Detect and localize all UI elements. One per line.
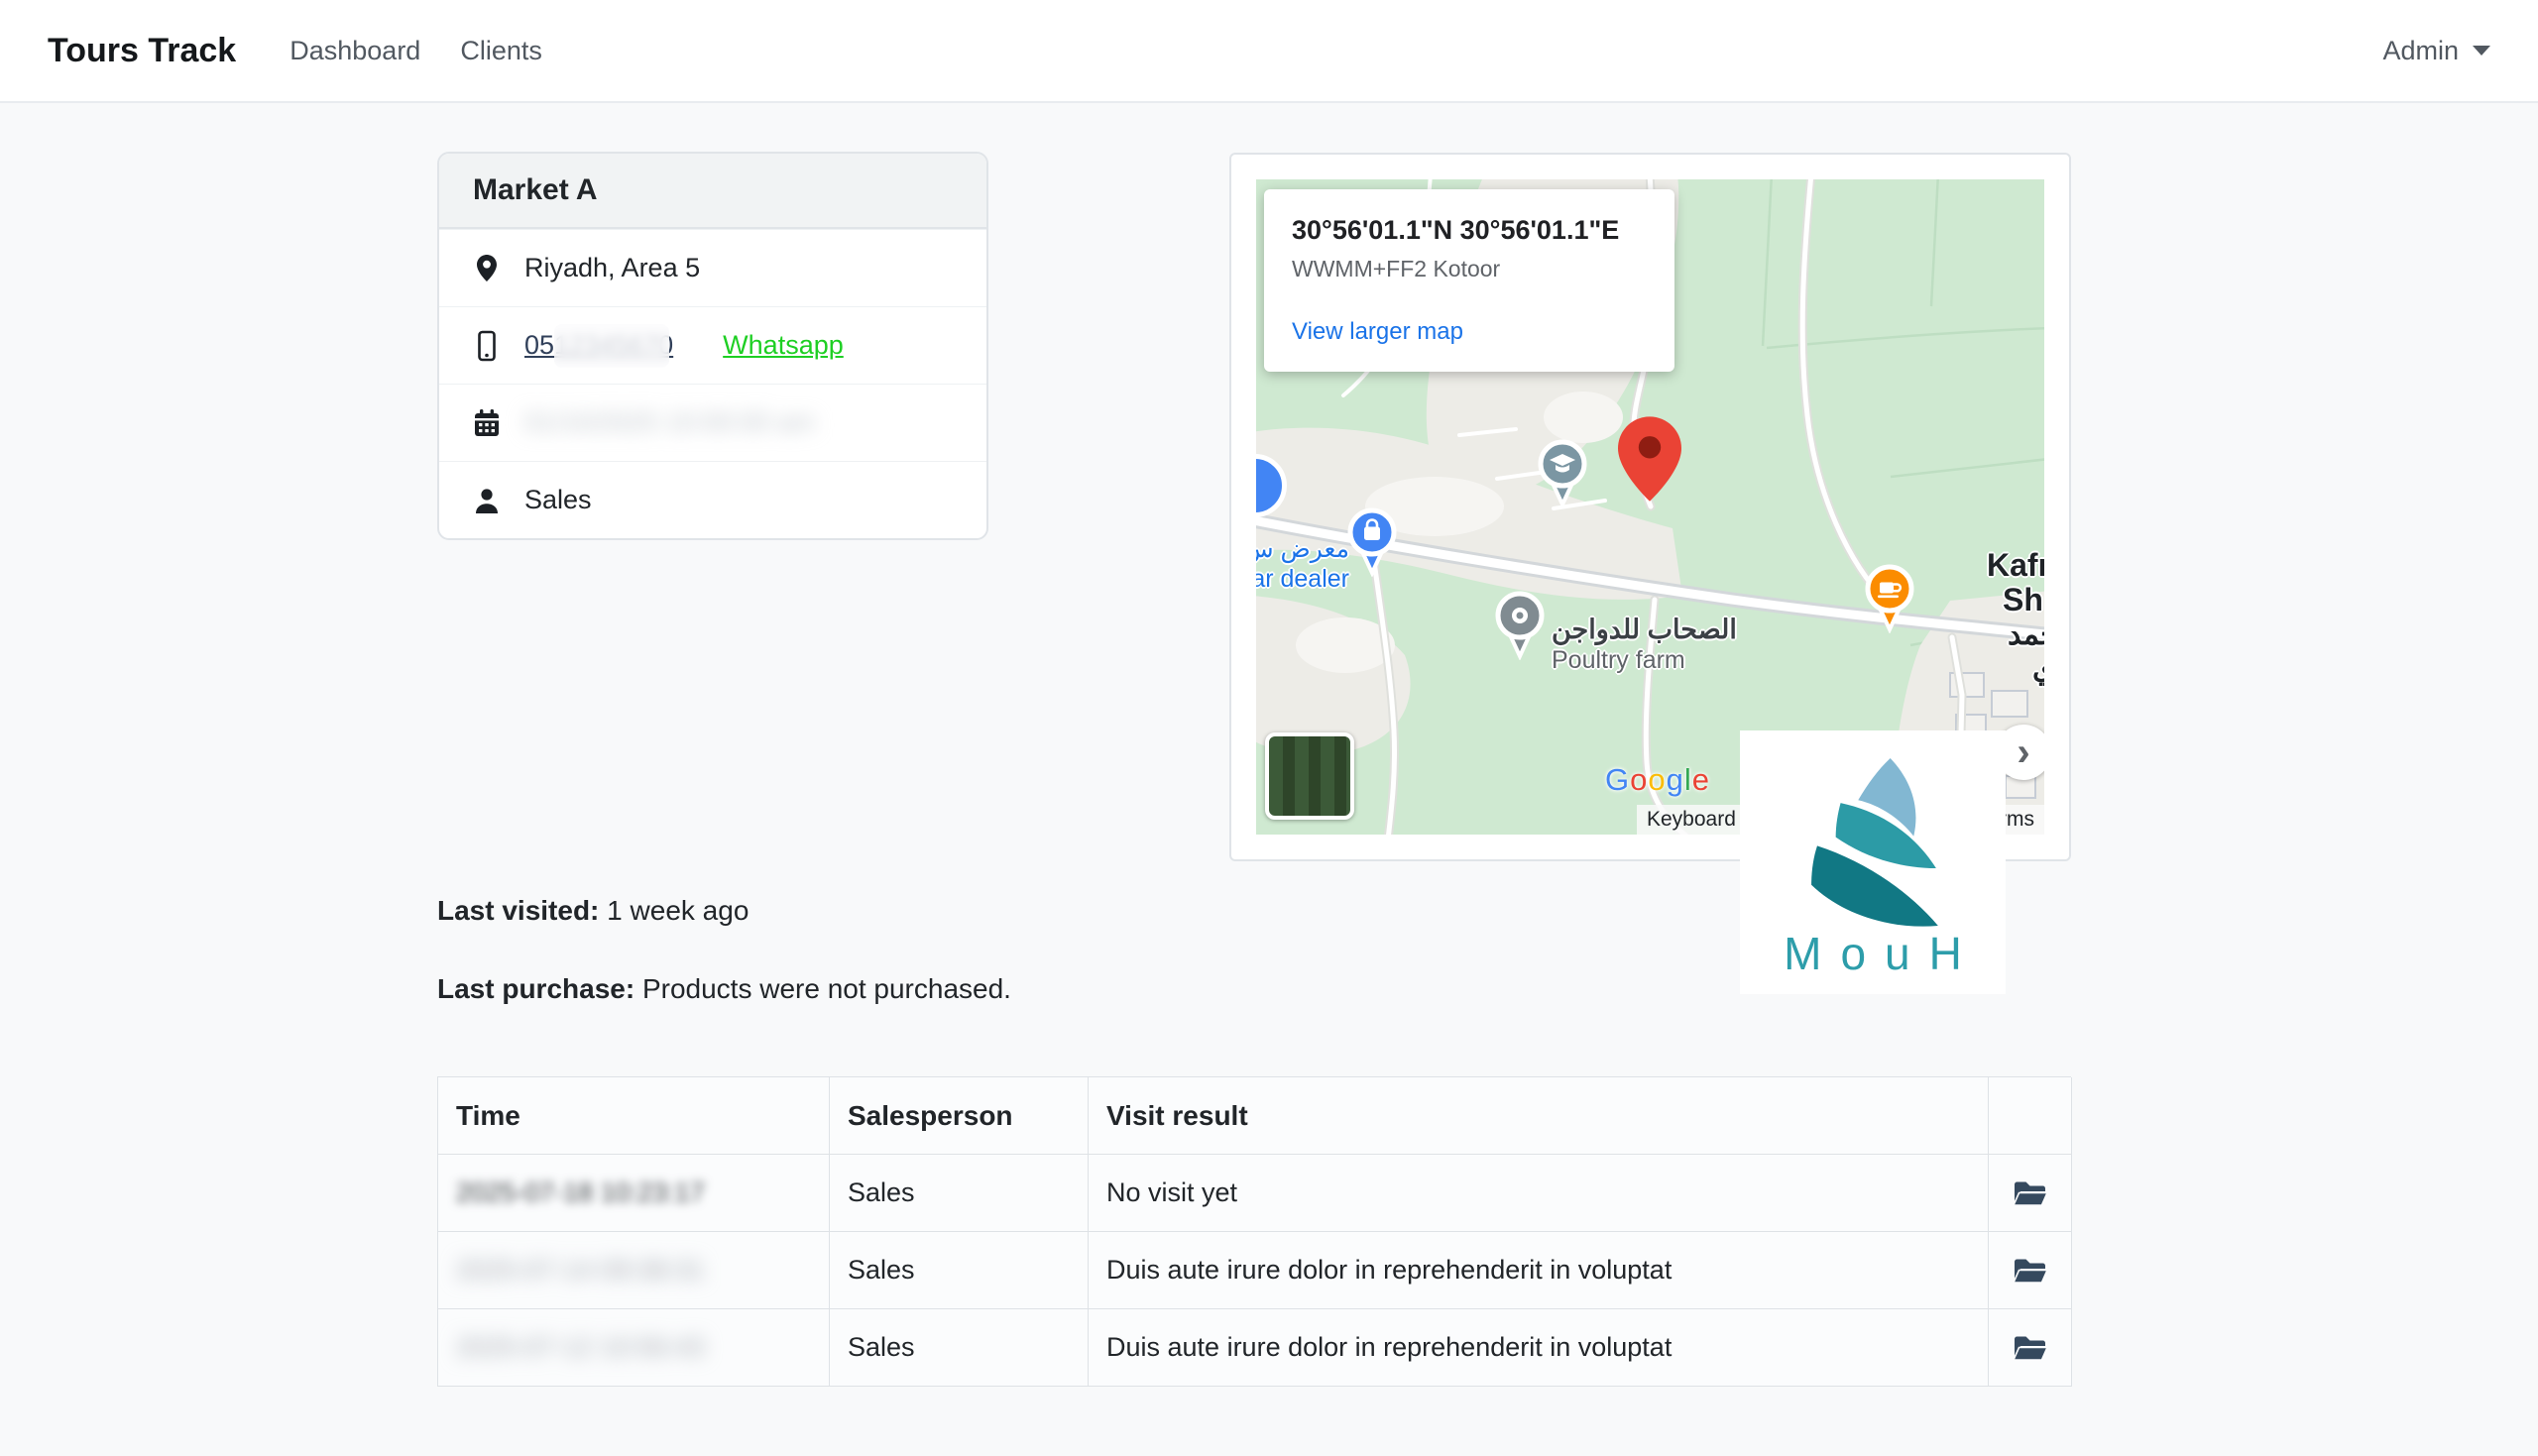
mobile-phone-icon — [473, 330, 501, 362]
col-header-time: Time — [438, 1077, 830, 1155]
google-letter: o — [1648, 762, 1666, 797]
table-row-time: 2025-07-18 10:23:17 — [438, 1155, 830, 1232]
market-location-row: Riyadh, Area 5 — [439, 229, 986, 306]
market-card: Market A Riyadh, Area 5 0512345670 Whats… — [437, 152, 988, 540]
phone-blur-overlay — [554, 324, 669, 368]
last-visited-value: 1 week ago — [607, 895, 749, 926]
folder-icon — [2012, 1177, 2049, 1209]
coffee-poi-icon[interactable] — [1863, 564, 1916, 638]
table-row-salesperson: Sales — [830, 1232, 1089, 1309]
col-header-salesperson: Salesperson — [830, 1077, 1089, 1155]
app-brand[interactable]: Tours Track — [48, 32, 236, 70]
market-schedule-row: 01/10/2025 10:00:00 am — [439, 384, 986, 461]
shopping-poi-icon[interactable] — [1345, 507, 1399, 582]
visit-time-blurred: 2025-07-18 10:23:17 — [456, 1177, 705, 1208]
col-header-actions — [1989, 1077, 2072, 1155]
poultry-poi-icon[interactable] — [1493, 591, 1547, 665]
folder-icon — [2012, 1332, 2049, 1364]
town-label-line2: Sh — [2003, 583, 2044, 617]
map-marker-icon[interactable] — [1618, 416, 1681, 506]
google-letter: o — [1630, 762, 1648, 797]
top-navbar: Tours Track Dashboard Clients Admin — [0, 0, 2538, 103]
caret-down-icon — [2473, 46, 2490, 56]
google-letter: l — [1684, 762, 1692, 797]
table-row-result: No visit yet — [1089, 1155, 1989, 1232]
town-label: Kafr Sh — [1987, 548, 2044, 616]
table-row-salesperson: Sales — [830, 1155, 1089, 1232]
table-row-time: 2025-07-12 10:56:43 — [438, 1309, 830, 1387]
car-dealer-label[interactable]: معرض س Car dealer — [1256, 534, 1349, 594]
calendar-icon — [473, 408, 501, 438]
poultry-farm-label[interactable]: الصحاب للدواجن Poultry farm — [1552, 614, 1737, 675]
market-card-title: Market A — [439, 154, 986, 229]
table-row-result: Duis aute irure dolor in reprehenderit i… — [1089, 1309, 1989, 1387]
google-letter: e — [1692, 762, 1710, 797]
school-poi-icon[interactable] — [1536, 439, 1589, 513]
plus-code: WWMM+FF2 Kotoor — [1292, 256, 1647, 282]
last-purchase-value: Products were not purchased. — [642, 973, 1011, 1004]
last-visited-line: Last visited: 1 week ago — [437, 895, 749, 927]
car-dealer-label-ar: معرض س — [1256, 534, 1349, 564]
table-row-result: Duis aute irure dolor in reprehenderit i… — [1089, 1232, 1989, 1309]
mouh-logo: MouH — [1740, 730, 2006, 994]
phone-link[interactable]: 0512345670 — [524, 330, 673, 361]
salesperson-name: Sales — [524, 485, 592, 515]
open-visit-button[interactable] — [1989, 1232, 2072, 1309]
car-dealer-label-en: Car dealer — [1256, 564, 1349, 594]
google-letter: g — [1667, 762, 1684, 797]
chevron-right-icon: › — [2017, 732, 2029, 772]
table-row-time: 2025-07-14 09:38:31 — [438, 1232, 830, 1309]
last-visited-label: Last visited: — [437, 895, 599, 926]
coordinates-title: 30°56'01.1"N 30°56'01.1"E — [1292, 215, 1647, 246]
google-letter: G — [1605, 762, 1630, 797]
open-visit-button[interactable] — [1989, 1309, 2072, 1387]
open-visit-button[interactable] — [1989, 1155, 2072, 1232]
satellite-view-toggle[interactable] — [1265, 732, 1354, 820]
town-label-line1: Kafr — [1987, 548, 2044, 583]
last-purchase-label: Last purchase: — [437, 973, 634, 1004]
col-header-visit-result: Visit result — [1089, 1077, 1989, 1155]
view-larger-map-link[interactable]: View larger map — [1292, 318, 1463, 346]
visits-table: Time Salesperson Visit result 2025-07-18… — [437, 1076, 2071, 1387]
visit-time-blurred: 2025-07-14 09:38:31 — [456, 1255, 705, 1286]
last-purchase-line: Last purchase: Products were not purchas… — [437, 973, 1011, 1005]
location-pin-icon — [473, 253, 501, 284]
market-phone-row: 0512345670 Whatsapp — [439, 306, 986, 384]
market-salesperson-row: Sales — [439, 461, 986, 538]
nav-item-clients[interactable]: Clients — [460, 36, 542, 66]
mouh-logo-leaves — [1788, 756, 1957, 927]
whatsapp-link[interactable]: Whatsapp — [723, 330, 844, 361]
town-label-ar1: خمد — [2008, 617, 2044, 652]
map-info-window: 30°56'01.1"N 30°56'01.1"E WWMM+FF2 Kotoo… — [1264, 189, 1674, 372]
visit-time-blurred: 2025-07-12 10:56:43 — [456, 1332, 705, 1363]
user-menu[interactable]: Admin — [2382, 36, 2490, 66]
mouh-logo-text: MouH — [1784, 927, 1981, 980]
folder-icon — [2012, 1255, 2049, 1287]
user-menu-label: Admin — [2382, 36, 2459, 66]
google-logo[interactable]: Google — [1605, 762, 1710, 798]
nav-item-dashboard[interactable]: Dashboard — [289, 36, 420, 66]
town-label-ar2: ي — [2032, 651, 2044, 686]
schedule-value-blurred: 01/10/2025 10:00:00 am — [524, 407, 815, 438]
table-row-salesperson: Sales — [830, 1309, 1089, 1387]
poultry-label-en: Poultry farm — [1552, 645, 1737, 675]
market-location: Riyadh, Area 5 — [524, 253, 700, 283]
poultry-label-ar: الصحاب للدواجن — [1552, 614, 1737, 645]
person-icon — [473, 486, 501, 515]
